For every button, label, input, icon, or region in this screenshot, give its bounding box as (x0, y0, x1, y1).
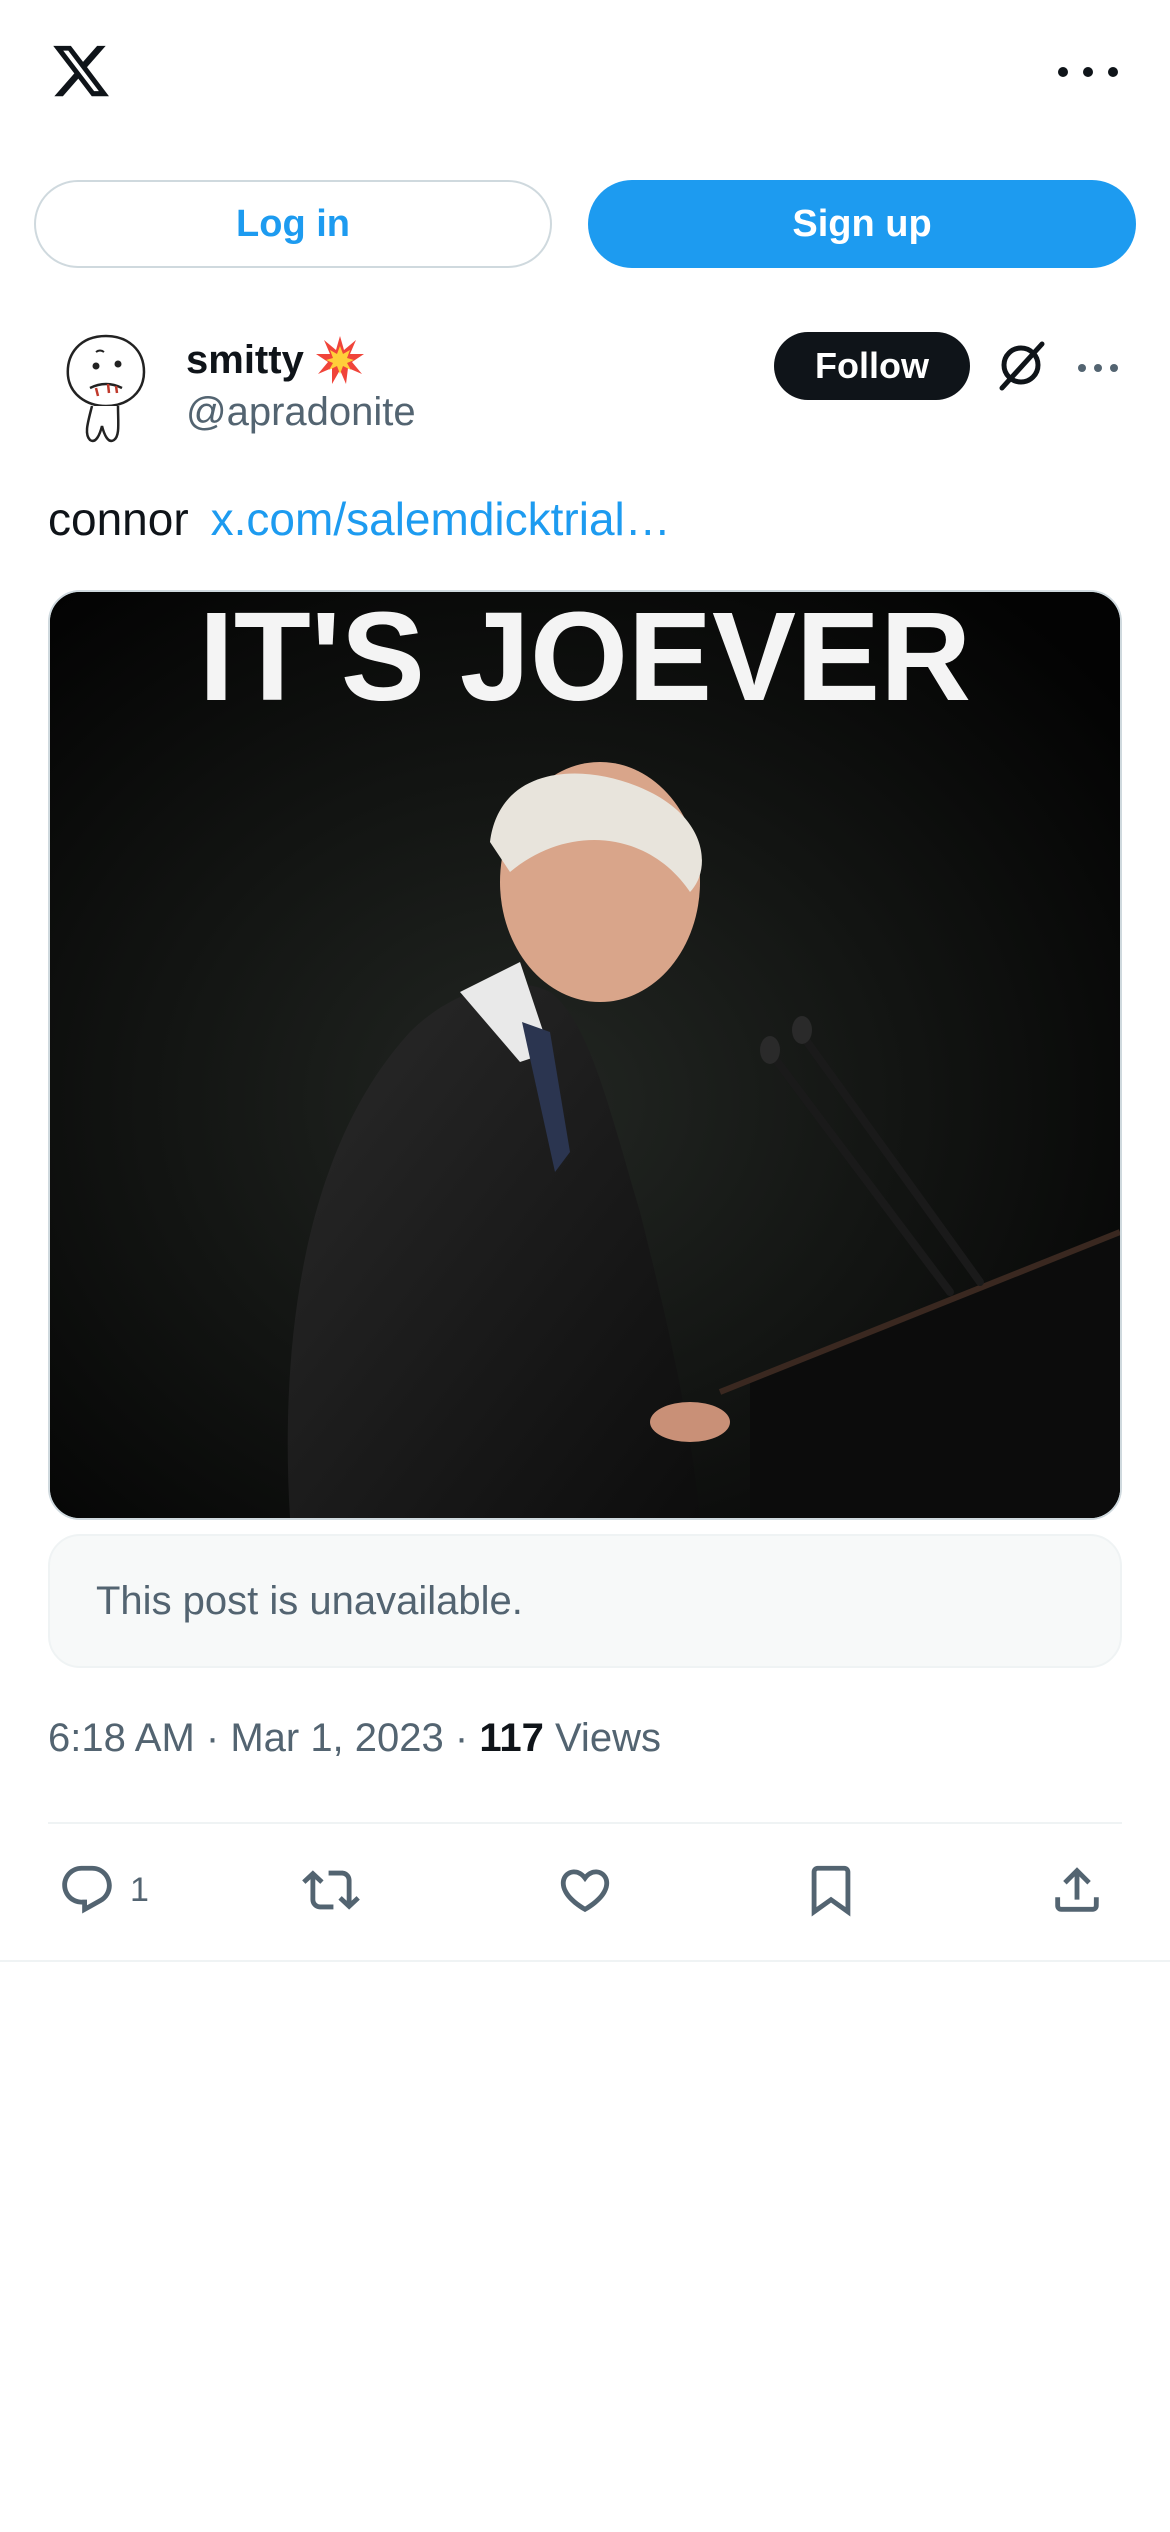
bookmark-button[interactable] (802, 1858, 874, 1922)
reply-count: 1 (130, 1870, 149, 1909)
grok-icon[interactable] (994, 338, 1048, 392)
share-icon (1055, 1867, 1099, 1912)
views-count: 117 (479, 1716, 544, 1760)
reply-button[interactable]: 1 (58, 1858, 149, 1922)
more-horizontal-icon[interactable] (1058, 60, 1118, 84)
repost-button[interactable] (302, 1858, 374, 1922)
post-text: connor x.com/salemdicktrial… (48, 492, 671, 546)
meta-separator: · (194, 1716, 231, 1760)
heart-icon (560, 1869, 610, 1913)
post-time[interactable]: 6:18 AM (48, 1716, 195, 1760)
collision-emoji-icon (314, 334, 366, 386)
image-caption-text: IT'S JOEVER (199, 592, 971, 727)
views-label: Views (543, 1716, 661, 1760)
post-more-icon[interactable] (1078, 362, 1118, 374)
bookmark-icon (811, 1865, 851, 1917)
quoted-post-unavailable: This post is unavailable. (48, 1534, 1122, 1668)
author-name-row[interactable]: smitty (186, 332, 366, 388)
post-meta: 6:18 AM · Mar 1, 2023 · 117 Views (48, 1716, 661, 1761)
repost-icon (302, 1870, 360, 1910)
post-link[interactable]: x.com/salemdicktrial… (211, 493, 671, 545)
share-button[interactable] (1048, 1858, 1106, 1922)
author-name[interactable]: smitty (186, 338, 304, 383)
meta-separator: · (443, 1716, 480, 1760)
reply-icon (62, 1865, 112, 1914)
divider (48, 1822, 1122, 1824)
divider (0, 1960, 1170, 1962)
login-button[interactable]: Log in (34, 180, 552, 268)
author-handle[interactable]: @apradonite (186, 390, 416, 435)
post-date[interactable]: Mar 1, 2023 (230, 1716, 443, 1760)
follow-button[interactable]: Follow (774, 332, 970, 400)
x-logo-icon[interactable] (48, 40, 114, 102)
like-button[interactable] (556, 1858, 628, 1922)
avatar[interactable] (56, 330, 156, 450)
signup-button[interactable]: Sign up (588, 180, 1136, 268)
post-body-text: connor (48, 493, 189, 545)
post-image[interactable]: IT'S JOEVER (48, 590, 1122, 1520)
